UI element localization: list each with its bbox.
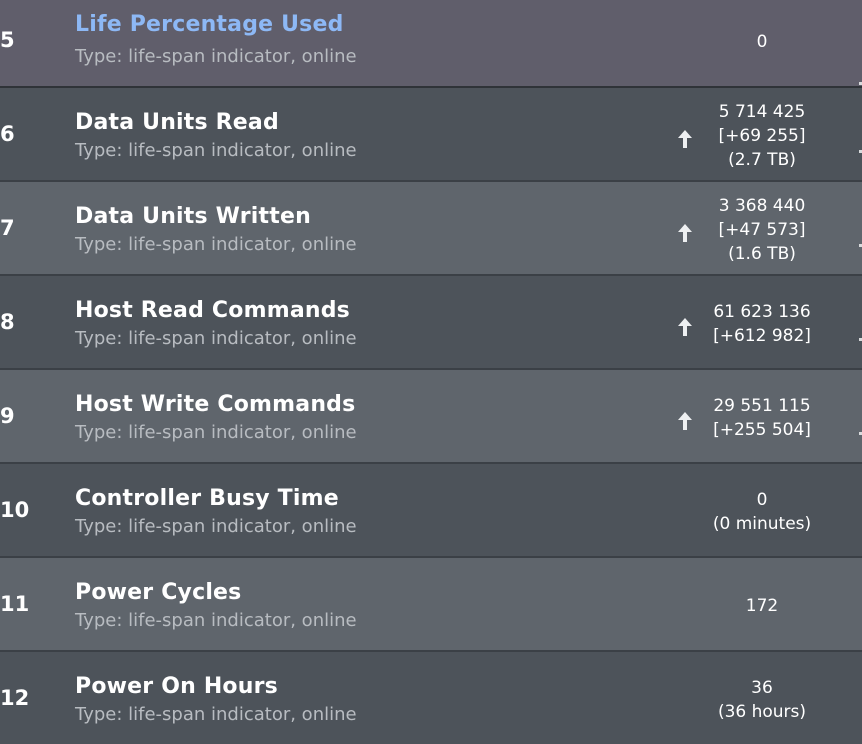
row-index: 10 [0,498,30,522]
attribute-name: Data Units Written [75,204,311,229]
table-row[interactable]: 8 Host Read Commands Type: life-span ind… [0,276,862,370]
attribute-value: 172 [745,596,779,616]
attribute-type: Type: life-span indicator, online [75,610,357,631]
table-row[interactable]: 7 Data Units Written Type: life-span ind… [0,182,862,276]
table-row[interactable]: 10 Controller Busy Time Type: life-span … [0,464,862,558]
attribute-type: Type: life-span indicator, online [75,234,357,255]
attribute-value: 29 551 115 [+255 504] [713,396,811,440]
attribute-name: Life Percentage Used [75,12,344,37]
row-index: 7 [0,216,15,240]
attribute-type: Type: life-span indicator, online [75,704,357,725]
attribute-value: 36 (36 hours) [717,678,807,722]
row-index: 12 [0,686,30,710]
attribute-type: Type: life-span indicator, online [75,46,357,67]
attribute-type: Type: life-span indicator, online [75,140,357,161]
smart-attributes-table: 5 Life Percentage Used Type: life-span i… [0,0,862,744]
table-row[interactable]: 5 Life Percentage Used Type: life-span i… [0,0,862,88]
attribute-type: Type: life-span indicator, online [75,422,357,443]
attribute-name: Power Cycles [75,580,242,605]
attribute-value: 5 714 425 [+69 255] (2.7 TB) [718,102,806,170]
attribute-name: Host Write Commands [75,392,356,417]
row-index: 9 [0,404,15,428]
table-row[interactable]: 12 Power On Hours Type: life-span indica… [0,652,862,744]
row-index: 5 [0,28,15,52]
table-row[interactable]: 9 Host Write Commands Type: life-span in… [0,370,862,464]
table-row[interactable]: 6 Data Units Read Type: life-span indica… [0,88,862,182]
attribute-value: 0 [756,32,768,52]
attribute-name: Host Read Commands [75,298,350,323]
row-index: 6 [0,122,15,146]
attribute-name: Controller Busy Time [75,486,339,511]
attribute-type: Type: life-span indicator, online [75,516,357,537]
attribute-name: Data Units Read [75,110,279,135]
row-index: 11 [0,592,30,616]
attribute-name: Power On Hours [75,674,278,699]
table-row[interactable]: 11 Power Cycles Type: life-span indicato… [0,558,862,652]
row-index: 8 [0,310,15,334]
attribute-value: 0 (0 minutes) [712,490,812,534]
attribute-type: Type: life-span indicator, online [75,328,357,349]
attribute-value: 3 368 440 [+47 573] (1.6 TB) [718,196,806,264]
attribute-value: 61 623 136 [+612 982] [713,302,811,346]
